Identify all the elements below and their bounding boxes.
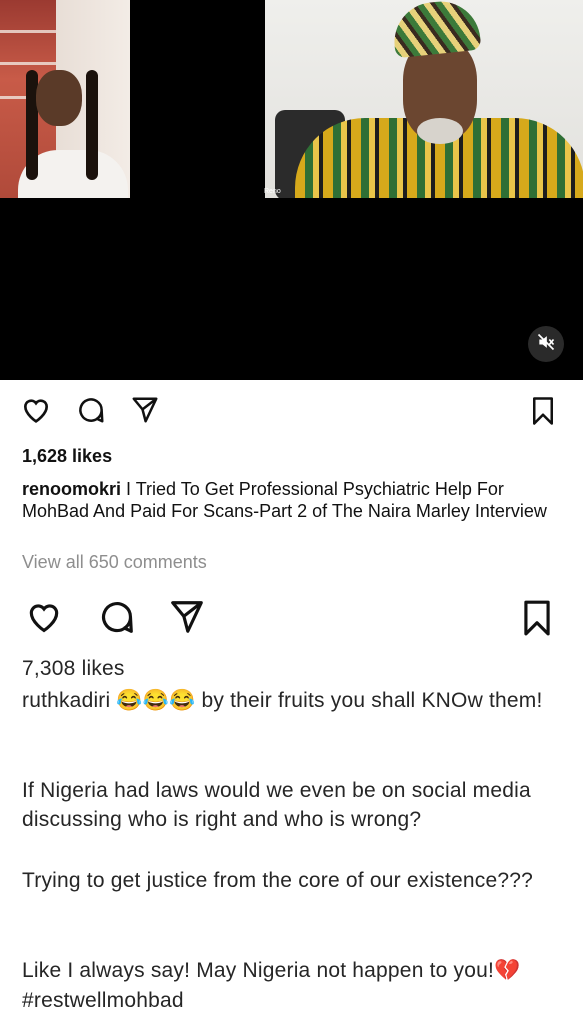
- post2-paragraph-4: Like I always say! May Nigeria not happe…: [22, 956, 559, 985]
- muted-speaker-icon: [536, 332, 556, 357]
- comment-icon[interactable]: [76, 394, 106, 431]
- video-left-participant: [0, 0, 130, 198]
- heart-icon[interactable]: [24, 598, 64, 641]
- post2-paragraph-2: If Nigeria had laws would we even be on …: [22, 779, 531, 831]
- post2-paragraph-4-text: Like I always say! May Nigeria not happe…: [22, 959, 495, 982]
- post2-username[interactable]: ruthkadiri: [22, 689, 110, 712]
- video-right-participant: [265, 0, 583, 198]
- post2-hashtag[interactable]: #restwellmohbad: [22, 986, 559, 1015]
- heart-icon[interactable]: [20, 394, 52, 431]
- post1-view-comments[interactable]: View all 650 comments: [22, 552, 559, 573]
- mute-button[interactable]: [528, 326, 564, 362]
- share-icon[interactable]: [168, 598, 206, 641]
- share-icon[interactable]: [130, 394, 160, 431]
- post2-likes[interactable]: 7,308 likes: [22, 654, 559, 683]
- broken-heart-icon: 💔: [494, 959, 521, 982]
- video-player[interactable]: Reno: [0, 0, 583, 380]
- comment-icon[interactable]: [98, 598, 136, 641]
- post2-caption-text: by their fruits you shall KNOw them!: [195, 689, 543, 712]
- bookmark-icon[interactable]: [528, 394, 558, 433]
- post2-emojis: 😂😂😂: [116, 689, 196, 712]
- post1-username[interactable]: renoomokri: [22, 479, 121, 499]
- post2-caption-first: ruthkadiri 😂😂😂 by their fruits you shall…: [22, 686, 559, 715]
- participant-name-tag: Reno: [264, 188, 281, 195]
- post2-paragraph-3: Trying to get justice from the core of o…: [22, 869, 533, 892]
- post1-likes[interactable]: 1,628 likes: [22, 446, 112, 467]
- post2-action-bar: [0, 598, 583, 638]
- post1-action-bar: [0, 394, 583, 434]
- bookmark-icon[interactable]: [518, 598, 556, 643]
- post1-caption: renoomokri I Tried To Get Professional P…: [22, 478, 559, 522]
